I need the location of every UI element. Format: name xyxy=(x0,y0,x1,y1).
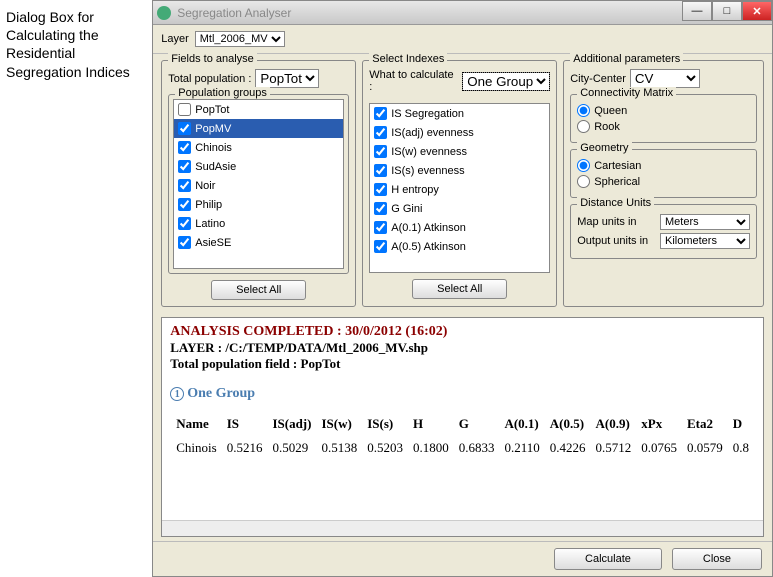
citycenter-label: City-Center xyxy=(570,73,626,85)
groups-panel: Population groups PopTot PopMV Chinois S… xyxy=(168,94,349,274)
params-legend: Additional parameters xyxy=(570,53,683,65)
map-units-select[interactable]: Meters xyxy=(660,214,750,230)
distance-units-legend: Distance Units xyxy=(577,197,654,209)
list-item[interactable]: IS Segregation xyxy=(370,104,549,123)
groups-legend: Population groups xyxy=(175,87,270,99)
horizontal-scrollbar[interactable] xyxy=(162,520,763,536)
calc-select[interactable]: One Group xyxy=(462,72,550,91)
distance-units-panel: Distance Units Map units inMeters Output… xyxy=(570,204,757,259)
checkbox[interactable] xyxy=(178,236,191,249)
list-item[interactable]: G Gini xyxy=(370,199,549,218)
output-units-label: Output units in xyxy=(577,235,648,247)
list-item[interactable]: Latino xyxy=(174,214,343,233)
titlebar: Segregation Analyser — □ ✕ xyxy=(153,1,772,25)
select-all-fields-button[interactable]: Select All xyxy=(211,280,306,300)
checkbox[interactable] xyxy=(374,126,387,139)
results-panel: ANALYSIS COMPLETED : 30/0/2012 (16:02) L… xyxy=(161,317,764,537)
geometry-panel: Geometry Cartesian Spherical xyxy=(570,149,757,198)
list-item[interactable]: PopMV xyxy=(174,119,343,138)
fields-legend: Fields to analyse xyxy=(168,53,257,65)
checkbox[interactable] xyxy=(178,122,191,135)
indexes-legend: Select Indexes xyxy=(369,53,447,65)
layer-label: Layer xyxy=(161,33,189,45)
checkbox[interactable] xyxy=(374,221,387,234)
layer-select[interactable]: Mtl_2006_MV xyxy=(195,31,285,47)
result-layer-line: LAYER : /C:/TEMP/DATA/Mtl_2006_MV.shp xyxy=(170,340,755,356)
list-item[interactable]: Noir xyxy=(174,176,343,195)
indexes-panel: Select Indexes What to calculate : One G… xyxy=(362,60,557,307)
checkbox[interactable] xyxy=(374,240,387,253)
list-item[interactable]: PopTot xyxy=(174,100,343,119)
minimize-button[interactable]: — xyxy=(682,1,712,21)
list-item[interactable]: Chinois xyxy=(174,138,343,157)
close-button[interactable]: Close xyxy=(672,548,762,570)
fields-panel: Fields to analyse Total population : Pop… xyxy=(161,60,356,307)
checkbox[interactable] xyxy=(178,160,191,173)
analysis-completed: ANALYSIS COMPLETED : 30/0/2012 (16:02) xyxy=(170,324,755,340)
checkbox[interactable] xyxy=(374,202,387,215)
result-totalpop-line: Total population field : PopTot xyxy=(170,356,755,372)
geometry-legend: Geometry xyxy=(577,142,631,154)
map-units-label: Map units in xyxy=(577,216,636,228)
result-section-header: 1One Group xyxy=(170,386,755,402)
list-item[interactable]: A(0.1) Atkinson xyxy=(370,218,549,237)
checkbox[interactable] xyxy=(178,217,191,230)
list-item[interactable]: IS(w) evenness xyxy=(370,142,549,161)
table-row: Chinois0.52160.50290.51380.52030.18000.6… xyxy=(172,436,753,460)
calc-label: What to calculate : xyxy=(369,69,458,93)
checkbox[interactable] xyxy=(374,164,387,177)
checkbox[interactable] xyxy=(178,141,191,154)
app-icon xyxy=(157,6,171,20)
list-item[interactable]: AsieSE xyxy=(174,233,343,252)
rook-radio[interactable] xyxy=(577,120,590,133)
table-header-row: NameISIS(adj)IS(w)IS(s)HGA(0.1)A(0.5)A(0… xyxy=(172,414,753,434)
checkbox[interactable] xyxy=(178,179,191,192)
connectivity-legend: Connectivity Matrix xyxy=(577,87,676,99)
list-item[interactable]: A(0.5) Atkinson xyxy=(370,237,549,256)
cartesian-radio[interactable] xyxy=(577,159,590,172)
side-description: Dialog Box for Calculating the Residenti… xyxy=(0,0,152,577)
groups-listbox[interactable]: PopTot PopMV Chinois SudAsie Noir Philip… xyxy=(173,99,344,269)
dialog-window: Segregation Analyser — □ ✕ Layer Mtl_200… xyxy=(152,0,773,577)
list-item[interactable]: SudAsie xyxy=(174,157,343,176)
output-units-select[interactable]: Kilometers xyxy=(660,233,750,249)
indexes-listbox[interactable]: IS Segregation IS(adj) evenness IS(w) ev… xyxy=(369,103,550,273)
select-all-indexes-button[interactable]: Select All xyxy=(412,279,507,299)
footer: Calculate Close xyxy=(153,541,772,576)
checkbox[interactable] xyxy=(374,145,387,158)
checkbox[interactable] xyxy=(178,198,191,211)
connectivity-panel: Connectivity Matrix Queen Rook xyxy=(570,94,757,143)
totalpop-label: Total population : xyxy=(168,73,251,85)
list-item[interactable]: IS(adj) evenness xyxy=(370,123,549,142)
checkbox[interactable] xyxy=(374,183,387,196)
list-item[interactable]: Philip xyxy=(174,195,343,214)
window-title: Segregation Analyser xyxy=(177,6,291,20)
list-item[interactable]: H entropy xyxy=(370,180,549,199)
totalpop-select[interactable]: PopTot xyxy=(255,69,319,88)
close-window-button[interactable]: ✕ xyxy=(742,1,772,21)
citycenter-select[interactable]: CV xyxy=(630,69,700,88)
checkbox[interactable] xyxy=(178,103,191,116)
layer-row: Layer Mtl_2006_MV xyxy=(153,25,772,54)
params-panel: Additional parameters City-Center CV Con… xyxy=(563,60,764,307)
list-item[interactable]: IS(s) evenness xyxy=(370,161,549,180)
spherical-radio[interactable] xyxy=(577,175,590,188)
results-table: NameISIS(adj)IS(w)IS(s)HGA(0.1)A(0.5)A(0… xyxy=(170,412,755,462)
checkbox[interactable] xyxy=(374,107,387,120)
maximize-button[interactable]: □ xyxy=(712,1,742,21)
queen-radio[interactable] xyxy=(577,104,590,117)
calculate-button[interactable]: Calculate xyxy=(554,548,662,570)
